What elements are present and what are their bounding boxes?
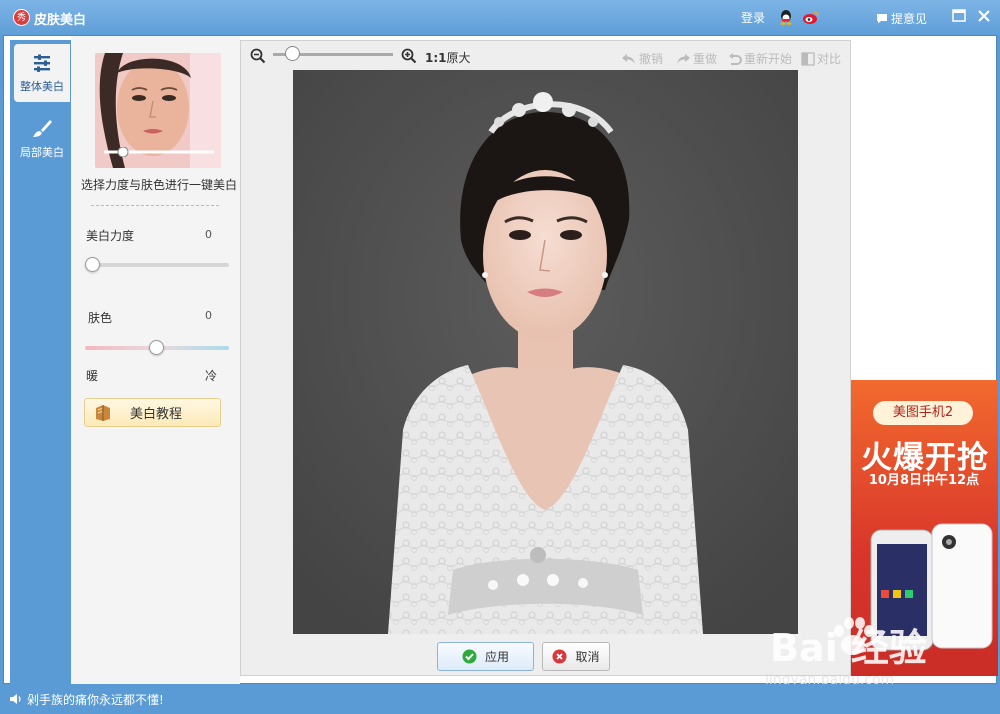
divider: [91, 205, 219, 206]
preview-strength-slider[interactable]: [104, 147, 214, 157]
feedback-label: 提意见: [891, 12, 928, 26]
login-link[interactable]: 登录: [741, 0, 765, 35]
restart-button[interactable]: 重新开始: [728, 50, 792, 67]
whitening-tutorial-button[interactable]: 美白教程: [84, 398, 221, 427]
status-bar: 剁手族的痛你永远都不懂!: [0, 684, 1000, 714]
whitening-strength-value: 0: [205, 228, 212, 241]
baidu-paw-icon: [834, 617, 874, 655]
compare-icon: [801, 51, 815, 66]
zoom-slider-knob[interactable]: [285, 46, 300, 61]
tab-local-label: 局部美白: [20, 146, 64, 159]
zoom-in-icon[interactable]: [401, 48, 417, 64]
zoom-out-icon[interactable]: [250, 48, 266, 64]
whitening-strength-label: 美白力度: [86, 229, 135, 243]
chat-bubble-icon: [877, 14, 887, 24]
redo-icon: [677, 53, 690, 64]
close-icon[interactable]: [976, 8, 992, 24]
tab-whole-whitening[interactable]: 整体美白: [14, 44, 70, 102]
redo-button[interactable]: 重做: [675, 50, 717, 67]
ad-date: 10月8日中午12点: [868, 473, 980, 488]
check-circle-icon: [462, 649, 477, 664]
left-tab-strip: 整体美白 局部美白: [10, 40, 71, 684]
apply-label: 应用: [484, 650, 509, 664]
original-size-button[interactable]: 1:1原大: [425, 49, 471, 66]
restart-icon: [729, 52, 742, 65]
speaker-icon: [10, 694, 21, 704]
undo-label: 撤销: [639, 52, 664, 66]
cancel-button[interactable]: 取消: [542, 642, 610, 671]
skin-tone-knob[interactable]: [149, 340, 164, 355]
ratio-value: 1:1: [425, 51, 447, 65]
title-bar: 秀 皮肤美白 登录 提意见: [0, 0, 1000, 35]
book-icon: [96, 404, 110, 421]
feedback-link[interactable]: 提意见: [876, 10, 927, 27]
undo-button[interactable]: 撤销: [621, 50, 663, 67]
restart-label: 重新开始: [744, 52, 793, 66]
tutorial-label: 美白教程: [130, 407, 183, 422]
skin-tone-value: 0: [205, 309, 212, 322]
cancel-label: 取消: [575, 650, 600, 664]
whitening-strength-slider[interactable]: [85, 263, 229, 267]
tab-whole-label: 整体美白: [20, 80, 64, 93]
cool-label: 冷: [205, 369, 218, 383]
brush-icon: [33, 120, 52, 137]
undo-icon: [622, 53, 635, 64]
preview-hint: 选择力度与肤色进行一键美白: [81, 178, 238, 192]
tab-local-whitening[interactable]: 局部美白: [14, 110, 70, 168]
maximize-icon[interactable]: [951, 8, 967, 24]
ad-product-pill: 美图手机2: [873, 401, 973, 425]
photo-canvas[interactable]: [293, 70, 798, 634]
window-title: 皮肤美白: [34, 13, 87, 28]
app-logo-icon: 秀: [13, 9, 30, 26]
compare-button[interactable]: 对比: [801, 50, 841, 67]
apply-button[interactable]: 应用: [437, 642, 534, 671]
ratio-label: 原大: [446, 51, 471, 65]
sliders-icon: [34, 54, 50, 72]
whitening-strength-knob[interactable]: [85, 257, 100, 272]
weibo-icon[interactable]: [802, 9, 820, 25]
compare-label: 对比: [817, 52, 842, 66]
warm-label: 暖: [86, 369, 99, 383]
redo-label: 重做: [693, 52, 718, 66]
qq-icon[interactable]: [778, 9, 794, 25]
cancel-circle-icon: [552, 649, 567, 664]
skin-tone-label: 肤色: [88, 311, 113, 325]
status-message: 剁手族的痛你永远都不懂!: [27, 693, 164, 707]
